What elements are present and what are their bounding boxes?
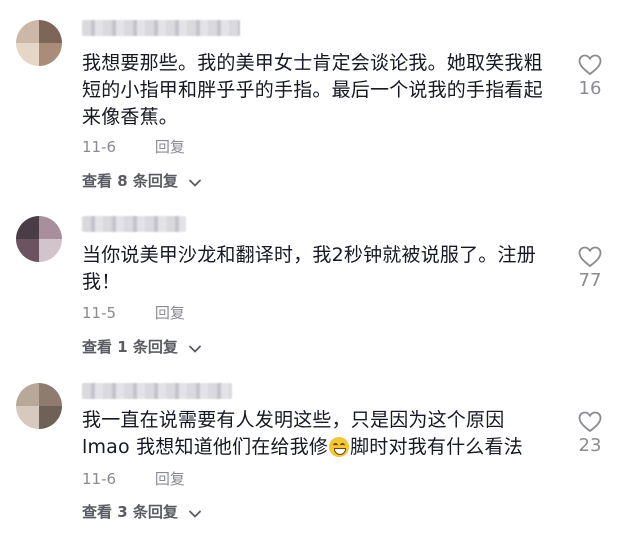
like-count: 77 (578, 270, 602, 291)
avatar-blur-block (39, 239, 62, 262)
comment-text-part: 脚时对我有什么看法 (350, 436, 523, 458)
chevron-down-icon (189, 173, 202, 191)
comment-date: 11-6 (82, 470, 117, 488)
avatar[interactable] (16, 383, 62, 429)
like-count: 16 (578, 78, 602, 99)
avatar-blur-block (39, 20, 62, 43)
reply-button[interactable]: 回复 (155, 470, 185, 488)
comment-text: 我一直在说需要有人发明这些，只是因为这个原因 lmao 我想知道他们在给我修 脚时… (82, 407, 552, 461)
like-button[interactable]: 23 (574, 411, 606, 456)
avatar-blur-block (39, 406, 62, 429)
view-replies-button[interactable]: 查看 3 条回复 (82, 501, 202, 522)
avatar-blur-block (16, 216, 39, 239)
username-blurred[interactable] (82, 383, 232, 399)
comment-meta: 11-5 回复 (82, 302, 185, 323)
heart-outline-icon (574, 246, 606, 268)
avatar-blur-block (16, 239, 39, 262)
reply-button[interactable]: 回复 (155, 138, 185, 156)
avatar-blur-block (16, 383, 39, 406)
avatar-blur-block (39, 43, 62, 66)
view-replies-label: 查看 3 条回复 (82, 503, 178, 521)
comment-item: 当你说美甲沙龙和翻译时，我2秒钟就被说服了。注册我！ 11-5 回复 查看 1 … (0, 200, 630, 365)
comment-date: 11-5 (82, 304, 117, 322)
like-button[interactable]: 16 (574, 54, 606, 99)
comment-meta: 11-6 回复 (82, 468, 185, 489)
like-count: 23 (578, 435, 602, 456)
comment-item: 我一直在说需要有人发明这些，只是因为这个原因 lmao 我想知道他们在给我修 脚时… (0, 365, 630, 534)
reply-button[interactable]: 回复 (155, 304, 185, 322)
comment-item: 我想要那些。我的美甲女士肯定会谈论我。她取笑我粗短的小指甲和胖乎乎的手指。最后一… (0, 0, 630, 200)
comment-text: 当你说美甲沙龙和翻译时，我2秒钟就被说服了。注册我！ (82, 244, 536, 293)
view-replies-label: 查看 1 条回复 (82, 338, 178, 356)
chevron-down-icon (189, 504, 202, 522)
comment-date: 11-6 (82, 138, 117, 156)
grinning-sweat-emoji-icon (329, 437, 350, 457)
chevron-down-icon (189, 339, 202, 357)
avatar-blur-block (16, 43, 39, 66)
view-replies-button[interactable]: 查看 8 条回复 (82, 170, 202, 191)
view-replies-label: 查看 8 条回复 (82, 172, 178, 190)
avatar-blur-block (16, 406, 39, 429)
avatar[interactable] (16, 216, 62, 262)
view-replies-button[interactable]: 查看 1 条回复 (82, 336, 202, 357)
comment-text: 我想要那些。我的美甲女士肯定会谈论我。她取笑我粗短的小指甲和胖乎乎的手指。最后一… (82, 52, 543, 128)
like-button[interactable]: 77 (574, 246, 606, 291)
heart-outline-icon (574, 54, 606, 76)
avatar[interactable] (16, 20, 62, 66)
heart-outline-icon (574, 411, 606, 433)
username-blurred[interactable] (82, 20, 240, 36)
username-blurred[interactable] (82, 216, 186, 232)
avatar-blur-block (39, 216, 62, 239)
avatar-blur-block (16, 20, 39, 43)
avatar-blur-block (39, 383, 62, 406)
comment-meta: 11-6 回复 (82, 136, 185, 157)
